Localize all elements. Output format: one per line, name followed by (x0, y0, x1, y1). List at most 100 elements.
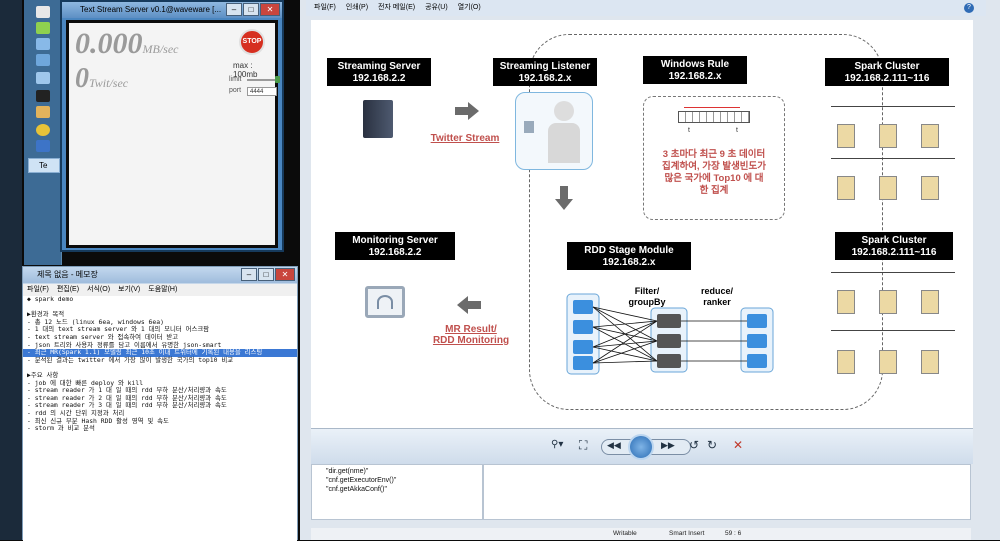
cluster-node-icon (837, 290, 855, 314)
limit-label: limit (229, 76, 242, 83)
notepad-line: - storm 과 비교 분석 (27, 424, 95, 433)
help-icon[interactable]: ? (964, 3, 974, 13)
notepad-close-button[interactable]: ✕ (275, 268, 295, 281)
notepad-minimize-button[interactable]: – (241, 268, 257, 281)
window-arrow (684, 107, 740, 108)
cluster-node-icon (921, 350, 939, 374)
start-icon[interactable] (36, 6, 50, 18)
menu-share[interactable]: 공유(U) (425, 0, 448, 16)
cluster-node-icon (879, 124, 897, 148)
t1-label: t (688, 127, 690, 134)
minimize-button[interactable]: – (226, 3, 242, 16)
cluster-node-icon (837, 124, 855, 148)
left-desktop-strip (0, 0, 22, 540)
next-icon[interactable]: ▶▶ (661, 440, 675, 451)
twitter-stream-label: Twitter Stream (430, 133, 500, 144)
code-outline-pane: "dir.get(nme)" "cnf.getExecutorEnv()" "c… (311, 464, 483, 520)
menu-file[interactable]: 파일(F) (314, 0, 336, 16)
viewer-menubar: 파일(F) 인쇄(P) 전자 메일(E) 공유(U) 열기(O) (306, 0, 986, 16)
right-arrow-icon (455, 102, 479, 120)
spark-cluster-2-diagram (831, 270, 955, 392)
rdd-flow-diagram (566, 293, 774, 375)
status-bar: Writable Smart Insert 59 : 6 (311, 528, 971, 540)
app-icon-5[interactable] (36, 140, 50, 152)
mr-result-label: MR Result/RDD Monitoring (432, 324, 510, 346)
fit-icon[interactable]: ⛶ (579, 438, 587, 453)
t2-label: t (736, 127, 738, 134)
status-insert-mode: Smart Insert (669, 530, 705, 537)
menu-file[interactable]: 파일(F) (27, 284, 49, 296)
editor-pane[interactable] (483, 464, 971, 520)
taskbar-active-item[interactable]: Te (28, 158, 60, 173)
cluster-node-icon (921, 124, 939, 148)
monitoring-server-label: Monitoring Server 192.168.2.2 (335, 232, 455, 260)
viewer-toolbar: ⚲▾ ⛶ ◀◀ ▶▶ ↺ ↻ ✕ (311, 428, 973, 464)
cluster-node-icon (921, 176, 939, 200)
code-line[interactable]: "dir.get(nme)" (312, 467, 482, 476)
app-icon-1[interactable] (36, 22, 50, 34)
spark-cluster-1-diagram (831, 106, 955, 216)
close-button[interactable]: ✕ (260, 3, 280, 16)
cluster-node-icon (879, 290, 897, 314)
monitor-icon (365, 286, 405, 318)
code-line[interactable]: "cnf.getAkkaConf()" (312, 485, 482, 494)
menu-view[interactable]: 보기(V) (118, 284, 140, 296)
twit-rate: 0Twit/sec (75, 63, 129, 94)
notepad-window: 제목 없음 - 메모장 – □ ✕ 파일(F) 편집(E) 서식(O) 보기(V… (22, 266, 298, 541)
menu-email[interactable]: 전자 메일(E) (378, 0, 415, 16)
cluster-node-icon (837, 350, 855, 374)
menu-format[interactable]: 서식(O) (87, 284, 110, 296)
windows-rule-label: Windows Rule 192.168.2.x (643, 56, 747, 84)
status-writable: Writable (613, 530, 637, 537)
port-input[interactable]: 4444 (247, 87, 277, 96)
person-body-icon (548, 123, 580, 163)
notepad-text-area[interactable]: ◆ spark demo ▶환경과 목적 - 총 12 노드 (linux 6ea… (23, 296, 297, 541)
person-head-icon (554, 101, 574, 121)
cluster-node-icon (921, 290, 939, 314)
app-icon-3[interactable] (36, 54, 50, 66)
chrome-icon[interactable] (36, 124, 50, 136)
menu-help[interactable]: 도움말(H) (148, 284, 177, 296)
port-label: port (229, 87, 242, 94)
taskbar (24, 0, 62, 265)
slideshow-button[interactable] (628, 434, 654, 460)
app-icon-4[interactable] (36, 72, 50, 84)
streaming-server-label: Streaming Server 192.168.2.2 (327, 58, 431, 86)
menu-print[interactable]: 인쇄(P) (346, 0, 368, 16)
listener-illustration (515, 92, 593, 170)
maximize-button[interactable]: □ (243, 3, 259, 16)
limit-slider[interactable] (247, 79, 277, 81)
previous-icon[interactable]: ◀◀ (607, 440, 621, 451)
menu-open[interactable]: 열기(O) (458, 0, 481, 16)
rotate-right-icon[interactable]: ↻ (707, 438, 717, 452)
text-stream-server-window: Text Stream Server v0.1@waveware [... – … (60, 0, 284, 252)
stop-button[interactable]: STOP (239, 29, 265, 55)
server-icon (363, 100, 393, 138)
terminal-icon[interactable] (36, 90, 50, 102)
notepad-line (23, 304, 297, 312)
streaming-listener-label: Streaming Listener 192.168.2.x (493, 58, 597, 86)
delete-icon[interactable]: ✕ (733, 438, 743, 452)
left-arrow-icon (457, 296, 481, 314)
rdd-stage-label: RDD Stage Module 192.168.2.x (567, 242, 691, 270)
status-cursor-position: 59 : 6 (725, 530, 742, 537)
can-phone-icon (524, 121, 534, 133)
code-line[interactable]: "cnf.getExecutorEnv()" (312, 476, 482, 485)
rotate-left-icon[interactable]: ↺ (689, 438, 699, 452)
cluster-node-icon (837, 176, 855, 200)
limit-slider-knob[interactable] (275, 76, 280, 83)
zoom-icon[interactable]: ⚲▾ (551, 439, 563, 450)
time-window-bar (678, 111, 750, 123)
cluster-node-icon (879, 176, 897, 200)
notepad-line (23, 364, 297, 372)
notepad-maximize-button[interactable]: □ (258, 268, 274, 281)
stream-server-panel: 0.000MB/sec 0Twit/sec STOP max : 100mb l… (66, 20, 280, 248)
mb-rate: 0.000MB/sec (75, 27, 179, 60)
notepad-line: ◆ spark demo (27, 296, 74, 303)
folder-icon[interactable] (36, 106, 50, 118)
app-icon-2[interactable] (36, 38, 50, 50)
down-arrow-icon (555, 186, 573, 210)
spark-cluster-2-label: Spark Cluster 192.168.2.111~116 (835, 232, 953, 260)
menu-edit[interactable]: 편집(E) (57, 284, 79, 296)
window-rule-description: 3 초마다 최근 9 초 데이터 집계하여, 가장 발생빈도가 많은 국가에 T… (661, 149, 767, 196)
